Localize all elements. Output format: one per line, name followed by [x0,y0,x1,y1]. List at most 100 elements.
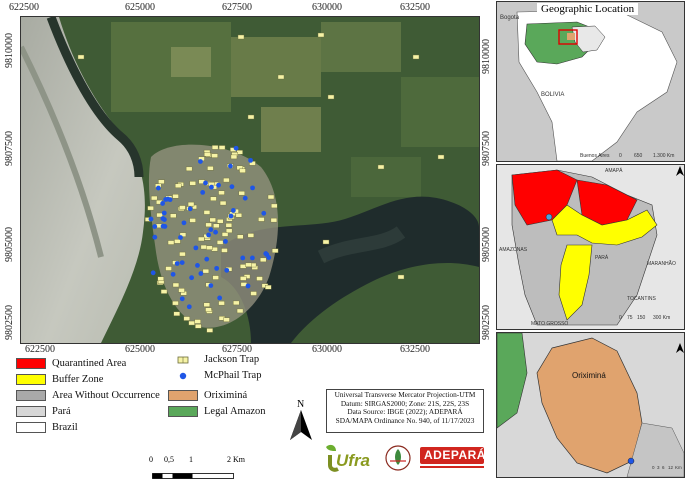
legend-jackson-trap: Jackson Trap [168,354,259,365]
jackson-trap-marker [397,274,405,280]
label-maranhao: MARANHÃO [647,261,676,267]
jackson-trap-marker [203,152,211,157]
label-para: PARÁ [595,255,609,261]
jackson-trap-marker [158,179,165,184]
legend-area-without-occurrence: Area Without Occurrence [16,390,160,401]
label-amazonas: AMAZONAS [499,247,528,253]
mcphail-trap-marker [245,283,251,289]
legend-legal-amazon: Legal Amazon [168,406,266,417]
jackson-trap-marker [206,328,213,333]
oriximina-marker [545,213,553,221]
mcphail-trap-marker [200,190,206,195]
jackson-trap-marker [237,234,244,239]
mcphail-trap-marker [242,195,248,201]
north-arrow-icon [676,340,684,353]
projection-info-box: Universal Transverse Mercator Projection… [326,389,484,433]
inset-para: AMAPÁ AMAZONAS PARÁ MARANHÃO TOCANTINS M… [496,164,685,330]
mcphail-trap-marker [217,295,223,301]
jackson-trap-marker [188,320,195,326]
mcphail-trap-marker [208,283,214,288]
scale-label-05: 0,5 [164,455,174,464]
jackson-trap-marker [256,276,263,281]
x-tick-bottom: 622500 [25,344,55,355]
jackson-trap-marker [203,210,211,215]
farmland [171,47,211,77]
ufra-text: Ufra [336,451,371,470]
jackson-trap-marker [322,239,330,245]
mcphail-trap-marker [193,245,199,251]
y-tick-right: 9810000 [481,39,492,74]
scale-label-1: 1 [189,455,193,464]
jackson-trap-marker [183,316,191,321]
label-tocantins: TOCANTINS [627,296,656,302]
jackson-trap-marker [198,236,205,242]
jackson-trap-marker [236,308,244,314]
jackson-trap-marker [194,319,201,324]
jackson-trap-marker [179,205,186,210]
jackson-trap-marker [174,183,182,188]
mcphail-trap-marker [216,182,221,188]
y-tick-right: 9805000 [481,227,492,262]
x-tick-bottom: 625000 [125,344,155,355]
jackson-trap-marker [216,240,224,245]
jackson-trap-marker [205,307,212,312]
mcphail-trap-marker [248,157,253,163]
y-tick-right: 9807500 [481,131,492,166]
jackson-trap-marker [156,212,163,218]
oriximina-map [497,333,684,477]
mcphail-trap-marker [160,201,166,206]
swatch-red [16,358,46,369]
jackson-trap-marker [218,190,225,196]
jackson-trap-marker [165,266,172,271]
y-tick-left: 9805000 [4,227,15,262]
jackson-trap-marker [203,302,211,307]
scale-mid: 650 [634,153,643,159]
jackson-trap-marker [77,54,85,60]
jackson-trap-marker [239,264,247,269]
mcphail-trap-marker [195,262,200,268]
jackson-trap-marker [209,217,216,223]
scale-0: 0 [652,465,655,470]
label-buenos-aires: Buenos Aires [580,153,610,159]
scale-bar [152,466,234,479]
jackson-trap-marker [245,262,252,268]
jackson-trap-marker [317,32,325,38]
jackson-trap-marker [265,285,272,290]
scale-2: 6 [662,465,665,470]
adepara-logo: ADEPARÁ [420,447,485,471]
mcphail-trap-marker [152,234,158,240]
legend-brazil: Brazil [16,422,78,433]
jackson-trap-marker [189,218,196,223]
jackson-trap-marker [258,217,265,222]
y-tick-right: 9802500 [481,305,492,340]
legend-oriximina: Oriximiná [168,390,247,401]
swatch-grey [16,390,46,401]
seal-logo [384,443,412,473]
mcphail-trap-marker [214,265,220,271]
mcphail-trap-marker [148,216,154,222]
mcphail-trap-marker [181,220,187,226]
jackson-trap-marker [247,114,255,120]
mcphail-trap-marker [179,296,185,302]
jackson-trap-marker [157,276,164,281]
farmland [321,22,401,72]
label-mato-grosso: MATO GROSSO [531,321,569,327]
mcphail-trap-marker [228,213,234,219]
mcphail-trap-marker [230,208,236,213]
mcphail-trap-marker [240,255,246,261]
mcphail-trap-marker [208,227,214,233]
north-arrow-icon [290,410,312,440]
mcphail-trap-marker [263,251,269,256]
jackson-trap-icon [168,356,198,364]
swatch-yellow [16,374,46,385]
jackson-trap-marker [377,164,385,170]
jackson-trap-marker [223,317,230,322]
main-map[interactable] [20,16,480,344]
mcphail-trap-marker [186,304,192,310]
mcphail-trap-marker [198,271,204,276]
jackson-trap-marker [225,228,233,234]
mcphail-trap-marker [187,206,193,212]
jackson-trap-marker [187,201,195,207]
jackson-trap-marker [172,300,179,306]
jackson-trap-marker [200,244,208,250]
